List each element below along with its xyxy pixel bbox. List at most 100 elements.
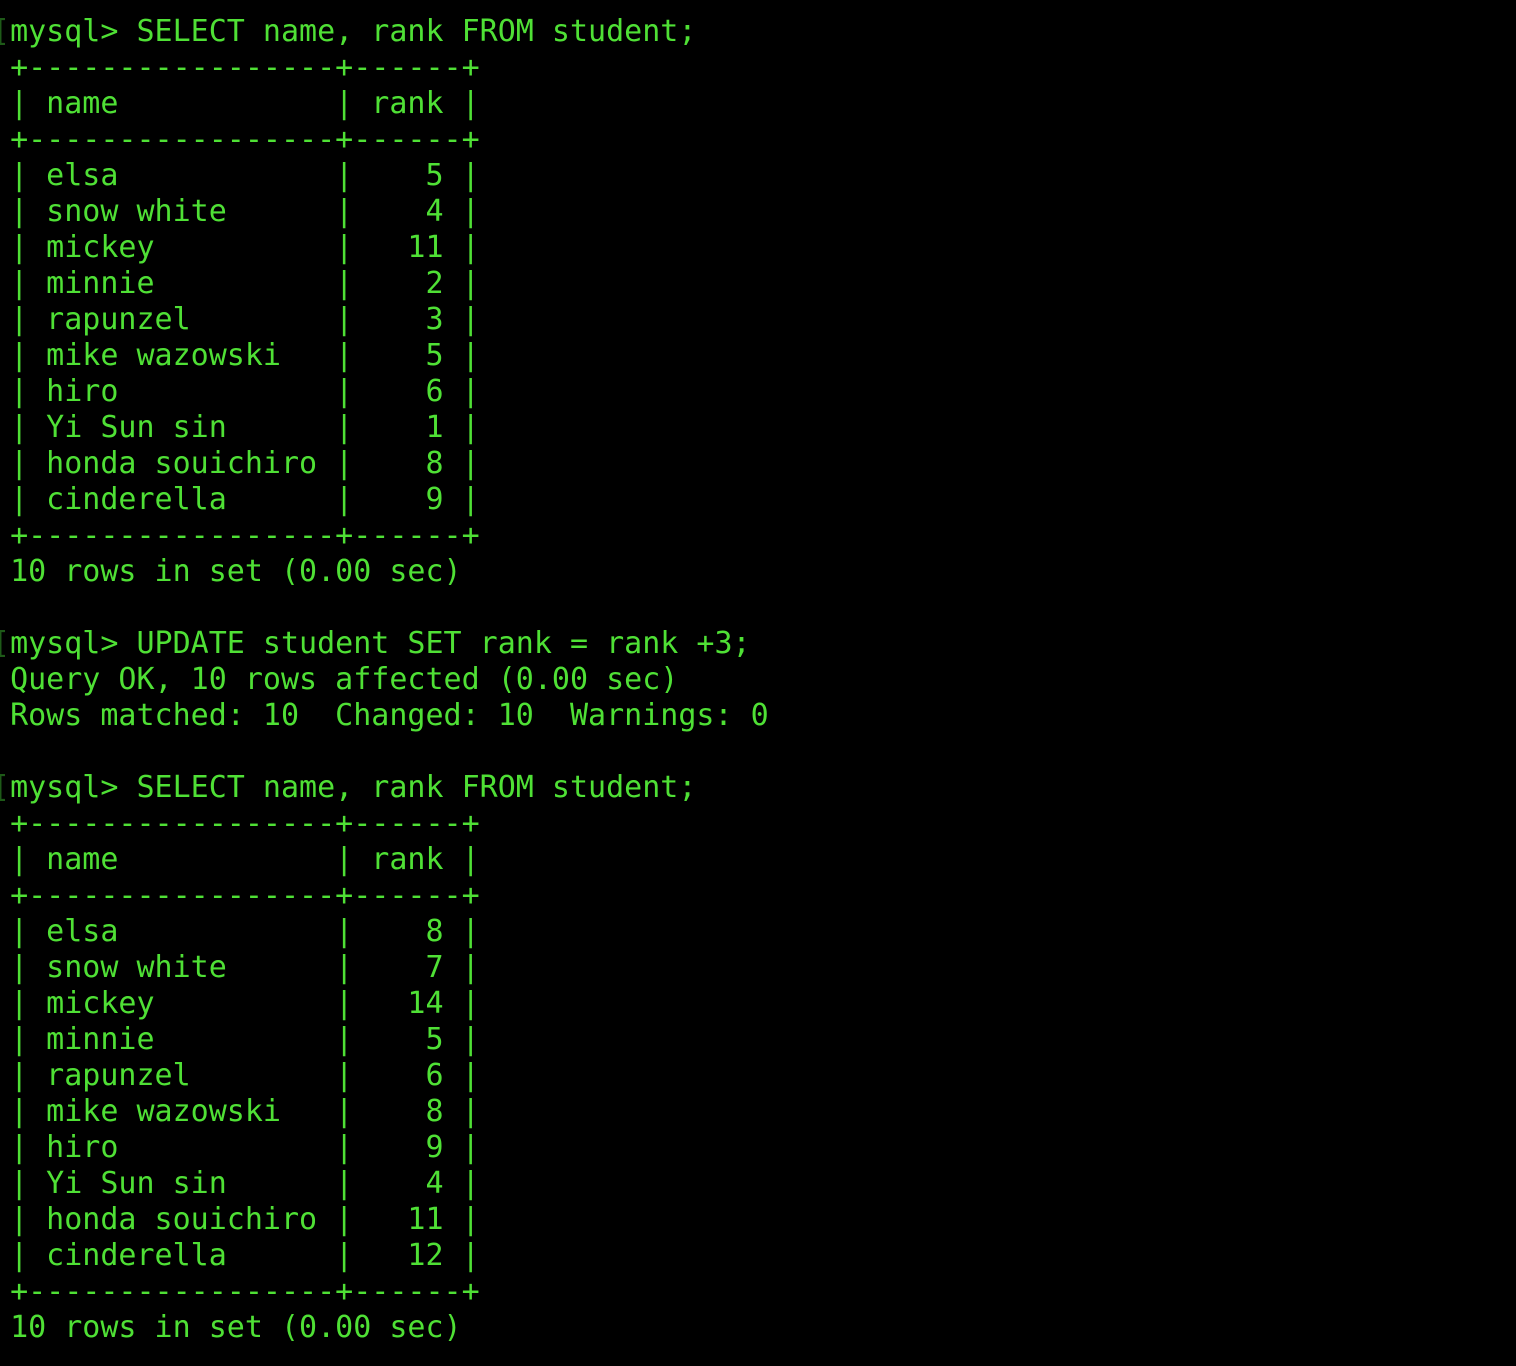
line-text: | cinderella | 9 | [10,482,480,517]
terminal-output-line: +-----------------+------+ [0,122,769,158]
line-gutter-space [0,698,10,733]
terminal-output-line: | rapunzel | 6 | [0,1058,769,1094]
line-gutter-space [0,410,10,445]
line-gutter-space [0,50,10,85]
line-text: mysql> SELECT name, rank FROM student; [10,770,697,805]
terminal-output-line: | cinderella | 12 | [0,1238,769,1274]
prompt-edge-glyph: [ [0,14,10,49]
terminal-blank-line [0,590,769,626]
terminal-output-line: | mickey | 11 | [0,230,769,266]
line-gutter-space [0,986,10,1021]
line-gutter-space [0,482,10,517]
line-gutter-space [0,1310,10,1345]
terminal-output-line: | hiro | 6 | [0,374,769,410]
line-text: Query OK, 10 rows affected (0.00 sec) [10,662,679,697]
terminal-output-line: +-----------------+------+ [0,518,769,554]
terminal-command-line: [mysql> SELECT name, rank FROM student; [0,14,769,50]
line-text: | rapunzel | 3 | [10,302,480,337]
line-gutter-space [0,1238,10,1273]
line-text: mysql> UPDATE student SET rank = rank +3… [10,626,751,661]
line-gutter-space [0,446,10,481]
line-gutter-space [0,518,10,553]
line-gutter-space [0,1166,10,1201]
terminal-output-line: | name | rank | [0,86,769,122]
line-gutter-space [0,1202,10,1237]
terminal-output-line: | minnie | 2 | [0,266,769,302]
line-text: +-----------------+------+ [10,806,480,841]
terminal-output-area[interactable]: [mysql> SELECT name, rank FROM student; … [0,14,769,1346]
line-text: | rapunzel | 6 | [10,1058,480,1093]
terminal-output-line: 10 rows in set (0.00 sec) [0,554,769,590]
line-text: 10 rows in set (0.00 sec) [10,554,462,589]
line-text: +-----------------+------+ [10,518,480,553]
terminal-output-line: | Yi Sun sin | 1 | [0,410,769,446]
line-text: | hiro | 9 | [10,1130,480,1165]
terminal-output-line: | mike wazowski | 8 | [0,1094,769,1130]
line-text: +-----------------+------+ [10,1274,480,1309]
line-text: +-----------------+------+ [10,878,480,913]
line-text: | name | rank | [10,842,480,877]
line-gutter-space [0,266,10,301]
terminal-output-line: | honda souichiro | 11 | [0,1202,769,1238]
line-gutter-space [0,842,10,877]
terminal-window[interactable]: [mysql> SELECT name, rank FROM student; … [0,0,1516,1366]
terminal-blank-line [0,734,769,770]
line-text: | name | rank | [10,86,480,121]
line-gutter-space [0,590,10,625]
line-text: | mike wazowski | 5 | [10,338,480,373]
terminal-output-line: | elsa | 5 | [0,158,769,194]
line-gutter-space [0,806,10,841]
line-text: | minnie | 5 | [10,1022,480,1057]
terminal-output-line: | elsa | 8 | [0,914,769,950]
terminal-output-line: | snow white | 4 | [0,194,769,230]
terminal-output-line: Rows matched: 10 Changed: 10 Warnings: 0 [0,698,769,734]
line-gutter-space [0,914,10,949]
terminal-output-line: +-----------------+------+ [0,1274,769,1310]
line-gutter-space [0,878,10,913]
line-text: 10 rows in set (0.00 sec) [10,1310,462,1345]
line-text: | hiro | 6 | [10,374,480,409]
line-gutter-space [0,230,10,265]
prompt-edge-glyph: [ [0,770,10,805]
line-text: | mickey | 11 | [10,230,480,265]
line-gutter-space [0,86,10,121]
terminal-output-line: | Yi Sun sin | 4 | [0,1166,769,1202]
terminal-output-line: | hiro | 9 | [0,1130,769,1166]
terminal-output-line: | snow white | 7 | [0,950,769,986]
line-text: +-----------------+------+ [10,50,480,85]
line-gutter-space [0,158,10,193]
line-text: | minnie | 2 | [10,266,480,301]
line-text: | elsa | 5 | [10,158,480,193]
line-gutter-space [0,1094,10,1129]
terminal-output-line: | minnie | 5 | [0,1022,769,1058]
line-gutter-space [0,950,10,985]
line-gutter-space [0,1022,10,1057]
line-gutter-space [0,1274,10,1309]
terminal-output-line: | mike wazowski | 5 | [0,338,769,374]
line-gutter-space [0,374,10,409]
terminal-output-line: +-----------------+------+ [0,806,769,842]
line-text: | snow white | 4 | [10,194,480,229]
line-text: | honda souichiro | 8 | [10,446,480,481]
line-text: | cinderella | 12 | [10,1238,480,1273]
line-gutter-space [0,1130,10,1165]
line-gutter-space [0,194,10,229]
line-text: | honda souichiro | 11 | [10,1202,480,1237]
line-gutter-space [0,734,10,769]
line-text: | mike wazowski | 8 | [10,1094,480,1129]
line-gutter-space [0,302,10,337]
line-text: +-----------------+------+ [10,122,480,157]
line-text: | elsa | 8 | [10,914,480,949]
line-gutter-space [0,1058,10,1093]
line-text: Rows matched: 10 Changed: 10 Warnings: 0 [10,698,769,733]
line-gutter-space [0,554,10,589]
terminal-output-line: +-----------------+------+ [0,50,769,86]
prompt-edge-glyph: [ [0,626,10,661]
terminal-output-line: | cinderella | 9 | [0,482,769,518]
terminal-command-line: [mysql> UPDATE student SET rank = rank +… [0,626,769,662]
terminal-output-line: | rapunzel | 3 | [0,302,769,338]
line-gutter-space [0,122,10,157]
terminal-output-line: Query OK, 10 rows affected (0.00 sec) [0,662,769,698]
line-text: mysql> SELECT name, rank FROM student; [10,14,697,49]
line-text: | Yi Sun sin | 4 | [10,1166,480,1201]
